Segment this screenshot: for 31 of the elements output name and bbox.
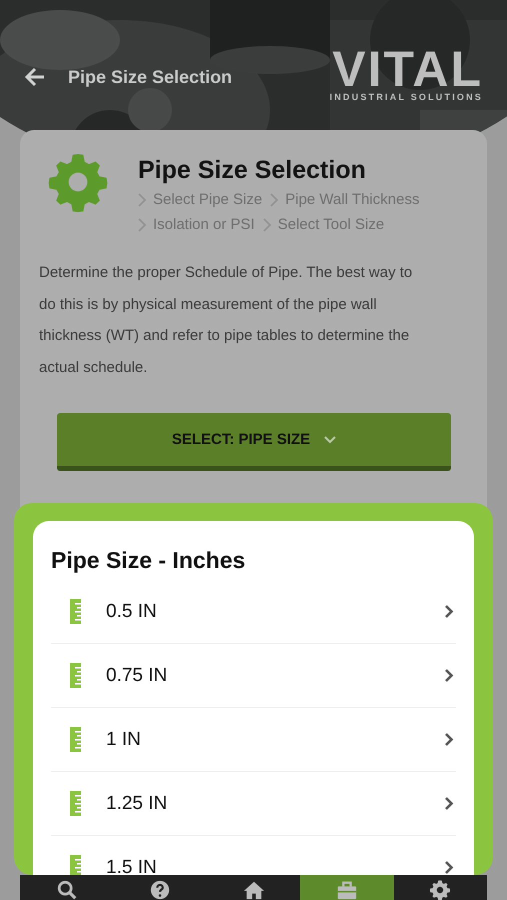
card-title: Pipe Size Selection (138, 156, 367, 185)
chevron-down-icon (324, 436, 336, 444)
chevron-right-icon (138, 192, 147, 206)
pipe-size-option[interactable]: 1 IN (51, 708, 456, 772)
chevron-right-icon (444, 796, 454, 811)
ruler-icon (69, 663, 82, 688)
sheet-title: Pipe Size - Inches (51, 546, 246, 575)
settings-icon (429, 879, 452, 900)
ruler-icon (69, 791, 82, 816)
chevron-right-icon (270, 192, 280, 206)
back-arrow-icon[interactable] (24, 66, 46, 88)
select-pipe-size-button[interactable]: SELECT: PIPE SIZE (57, 413, 451, 471)
pipe-size-option[interactable]: 1.25 IN (51, 772, 456, 836)
chevron-right-icon (444, 860, 454, 875)
logo-tagline: INDUSTRIAL SOLUTIONS (330, 92, 483, 102)
pipe-size-option[interactable]: 0.5 IN (51, 580, 456, 644)
chevron-right-icon (444, 732, 454, 747)
logo-wordmark: VITAL (332, 46, 483, 92)
pipe-size-option[interactable]: 0.75 IN (51, 644, 456, 708)
toolbox-icon (336, 879, 358, 900)
ruler-icon (69, 599, 82, 624)
chevron-right-icon (444, 604, 454, 619)
header-title: Pipe Size Selection (68, 66, 234, 88)
chevron-right-icon (138, 218, 147, 232)
chevron-right-icon (262, 218, 272, 232)
ruler-icon (69, 855, 82, 875)
home-icon (242, 879, 265, 900)
description: Determine the proper Schedule of Pipe. The best way to do this is by physical measurement of the pipe wall thickness (WT) and refer to pipe tables to determine the actual schedule. (38, 263, 414, 378)
ruler-icon (69, 727, 82, 752)
search-icon (56, 879, 78, 900)
chevron-right-icon (444, 668, 454, 683)
